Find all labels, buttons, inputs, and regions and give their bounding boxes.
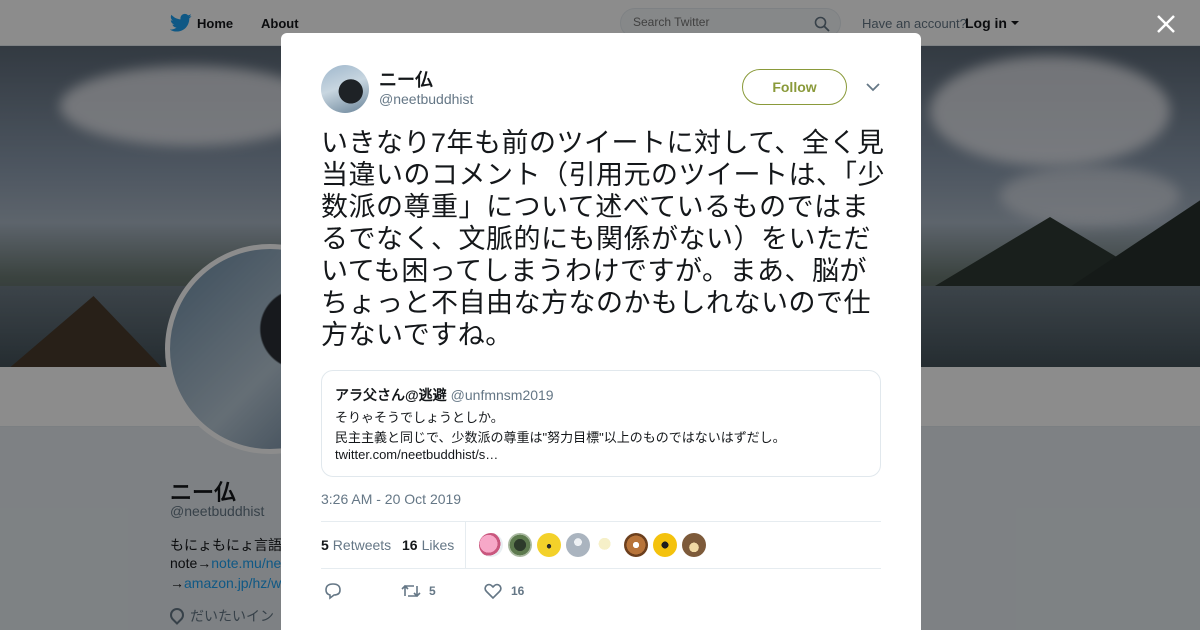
liker-avatar[interactable] <box>624 533 648 557</box>
liker-avatar[interactable] <box>508 533 532 557</box>
stats-divider <box>465 522 466 569</box>
quoted-text-line1: そりゃそうでしょうとしか。 <box>335 410 504 425</box>
close-icon[interactable] <box>1153 11 1179 37</box>
liker-avatar[interactable] <box>537 533 561 557</box>
tweet-modal: ニー仏 @neetbuddhist Follow いきなり7年も前のツイートに対… <box>281 33 921 630</box>
quoted-tweet-card[interactable]: アラ父さん@逃避 @unfmnsm2019 そりゃそうでしょうとしか。 民主主義と… <box>321 370 881 477</box>
liker-avatar[interactable] <box>479 533 503 557</box>
follow-button[interactable]: Follow <box>742 69 847 105</box>
retweets-label: Retweets <box>332 537 392 553</box>
likes-count: 16 <box>402 537 418 553</box>
like-button[interactable]: 16 <box>483 579 524 603</box>
tweet-timestamp[interactable]: 3:26 AM - 20 Oct 2019 <box>321 491 461 507</box>
reply-button[interactable] <box>323 579 343 603</box>
heart-icon <box>484 583 502 600</box>
likes-stat[interactable]: 16 Likes <box>402 537 454 553</box>
reply-icon <box>325 583 341 600</box>
liker-avatar[interactable] <box>566 533 590 557</box>
likes-label: Likes <box>421 537 455 553</box>
retweet-button[interactable]: 5 <box>401 579 436 603</box>
liker-avatar[interactable] <box>653 533 677 557</box>
liker-avatar[interactable] <box>595 533 619 557</box>
tweet-menu-caret-icon[interactable] <box>865 79 881 95</box>
quoted-author-handle: @unfmnsm2019 <box>450 387 554 403</box>
tweet-author-handle[interactable]: @neetbuddhist <box>379 91 473 107</box>
like-count: 16 <box>511 584 525 598</box>
retweet-icon <box>401 584 421 598</box>
tweet-stats: 5 Retweets 16 Likes <box>321 521 881 569</box>
quoted-link[interactable]: twitter.com/neetbuddhist/s… <box>335 447 498 462</box>
quoted-tweet-header: アラ父さん@逃避 @unfmnsm2019 <box>335 385 554 405</box>
liker-avatar[interactable] <box>682 533 706 557</box>
quoted-author-name: アラ父さん@逃避 <box>335 387 447 403</box>
tweet-actions: 5 16 <box>321 579 881 605</box>
retweet-count: 5 <box>429 584 436 598</box>
tweet-author-avatar[interactable] <box>321 65 369 113</box>
tweet-text: いきなり7年も前のツイートに対して、全く見当違いのコメント（引用元のツイートは、… <box>321 128 885 350</box>
tweet-author-name[interactable]: ニー仏 <box>379 66 433 92</box>
retweets-count: 5 <box>321 537 329 553</box>
retweets-stat[interactable]: 5 Retweets <box>321 537 391 553</box>
quoted-text-line2: 民主主義と同じで、少数派の尊重は"努力目標"以上のものではないはずだし。 <box>335 430 786 445</box>
